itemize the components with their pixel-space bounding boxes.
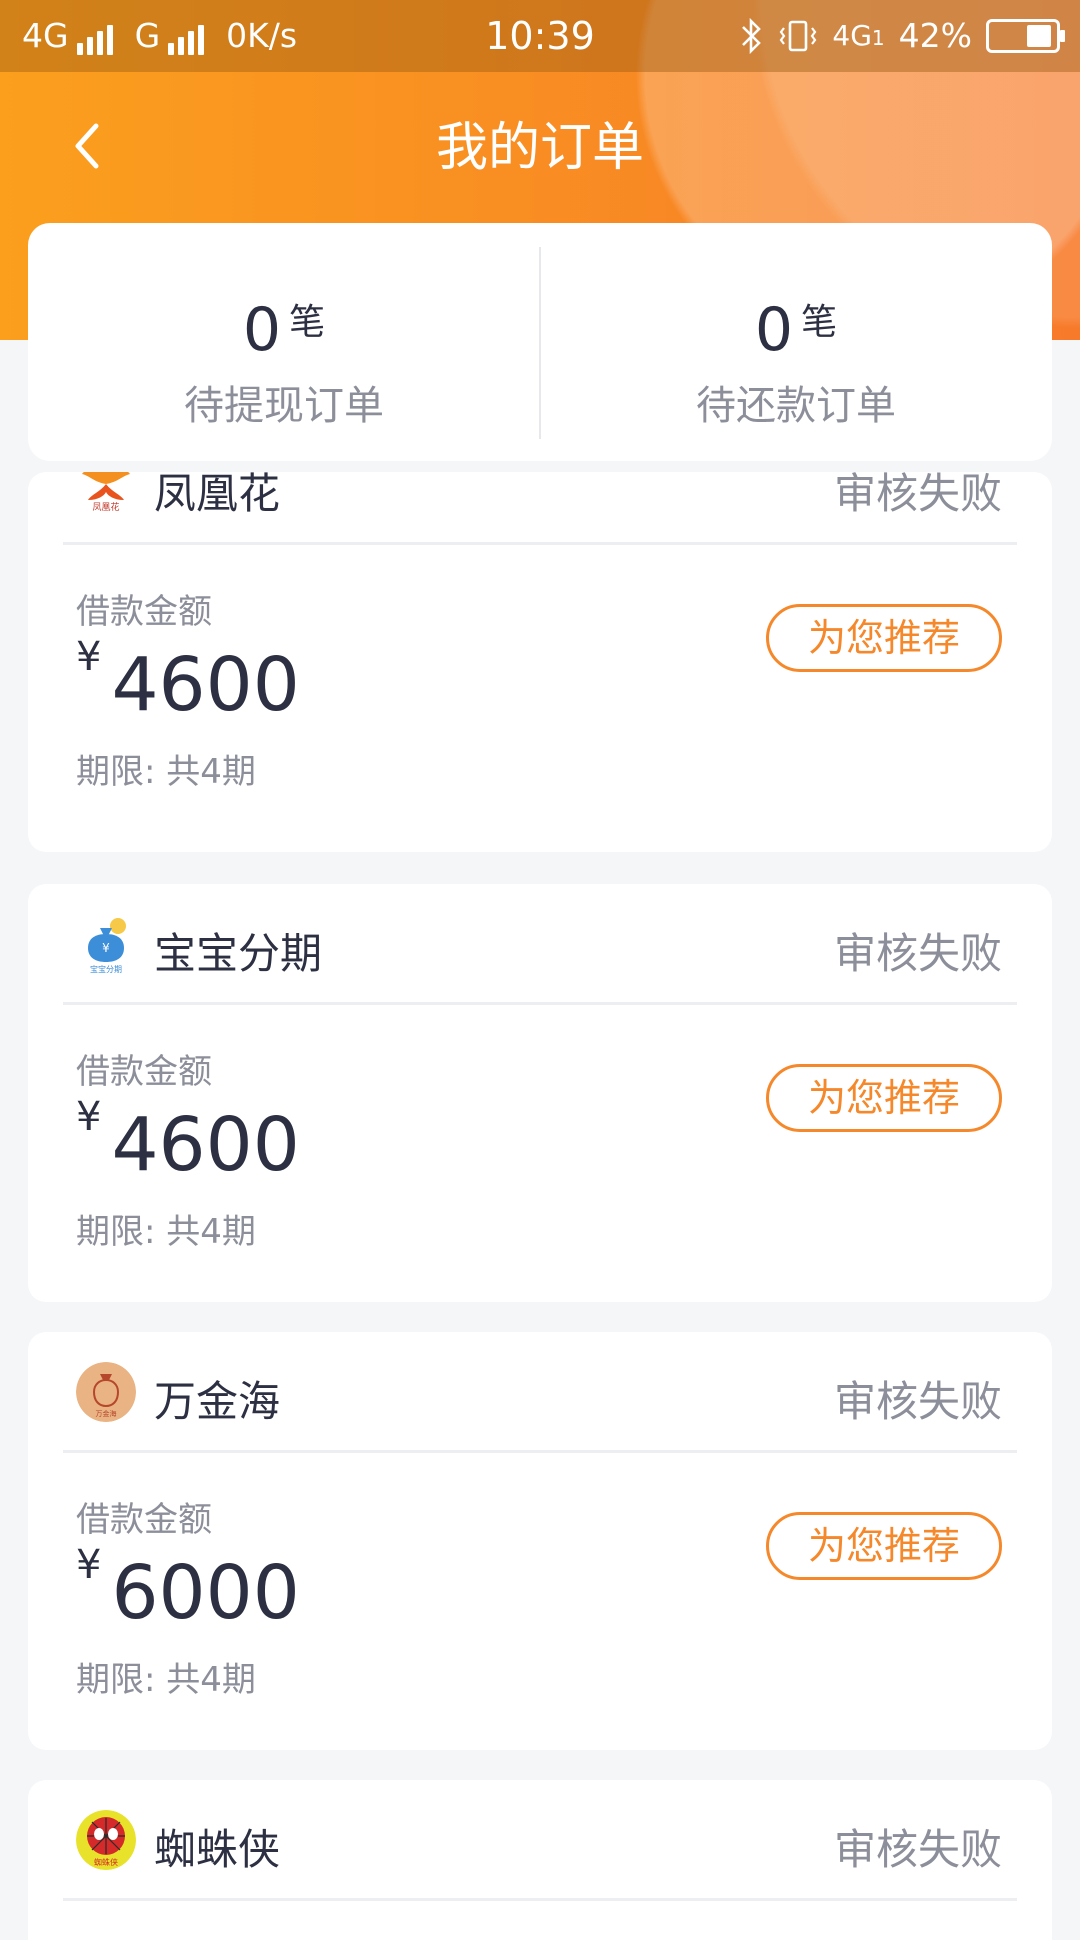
bluetooth-icon: [742, 17, 762, 54]
pending-repay-label: 待还款订单: [696, 383, 896, 429]
order-status: 审核失败: [833, 1825, 1002, 1874]
pending-repay-count: 0笔: [754, 295, 838, 365]
pending-withdraw-count: 0笔: [242, 295, 326, 365]
divider: [63, 542, 1017, 545]
order-card-header: 蜘蛛侠 蜘蛛侠 审核失败: [28, 1780, 1052, 1901]
loan-term: 期限: 共4期: [76, 752, 256, 792]
loan-amount: ¥4600: [76, 1094, 300, 1188]
recommend-button[interactable]: 为您推荐: [766, 1064, 1002, 1132]
battery-icon: [986, 18, 1065, 53]
merchant-name: 宝宝分期: [154, 929, 323, 978]
logo-text: 蜘蛛侠: [94, 1857, 118, 1867]
svg-text:¥: ¥: [102, 941, 110, 955]
loan-term: 期限: 共4期: [76, 1660, 256, 1700]
order-summary-card: 0笔 待提现订单 0笔 待还款订单: [28, 223, 1052, 461]
order-card[interactable]: 万金海 万金海 审核失败 借款金额 ¥6000 期限: 共4期 为您推荐: [28, 1332, 1052, 1750]
logo-text: 万金海: [96, 1409, 117, 1418]
phoenix-logo-icon: 凤凰花: [82, 472, 130, 513]
order-status: 审核失败: [833, 1377, 1002, 1426]
loan-term: 期限: 共4期: [76, 1212, 256, 1252]
network-type-label: 4G1: [832, 19, 885, 52]
order-card[interactable]: 凤凰花 凤凰花 审核失败 借款金额 ¥4600 期限: 共4期 为您推荐: [28, 472, 1052, 852]
page-title: 我的订单: [435, 118, 644, 178]
status-right: 4G1 42%: [740, 16, 1065, 55]
battery-percent: 42%: [898, 16, 972, 55]
order-card[interactable]: ¥ 宝宝分期 宝宝分期 审核失败 借款金额 ¥4600 期限: 共4期 为您推荐: [28, 884, 1052, 1302]
status-bar: 4G G 0K/s 10:39 4G1 42%: [0, 0, 1080, 72]
pending-withdraw-summary[interactable]: 0笔 待提现订单: [28, 223, 540, 461]
logo-text: 凤凰花: [92, 501, 119, 513]
merchant-name: 凤凰花: [154, 472, 281, 518]
recommend-button[interactable]: 为您推荐: [766, 1512, 1002, 1580]
logo-text: 宝宝分期: [90, 964, 122, 974]
order-card-header: 凤凰花 凤凰花 审核失败: [28, 472, 1052, 545]
order-card[interactable]: 蜘蛛侠 蜘蛛侠 审核失败: [28, 1780, 1052, 1940]
loan-amount: ¥4600: [76, 634, 300, 728]
merchant-name: 万金海: [154, 1377, 281, 1426]
order-status: 审核失败: [833, 929, 1002, 978]
amount-label: 借款金额: [76, 592, 212, 632]
amount-label: 借款金额: [76, 1500, 212, 1540]
amount-label: 借款金额: [76, 1052, 212, 1092]
merchant-name: 蜘蛛侠: [154, 1825, 281, 1874]
recommend-button[interactable]: 为您推荐: [766, 604, 1002, 672]
divider: [63, 1898, 1017, 1901]
order-card-header: ¥ 宝宝分期 宝宝分期 审核失败: [28, 884, 1052, 1005]
money-bag-logo-icon: 万金海: [76, 1362, 136, 1422]
divider: [63, 1002, 1017, 1005]
divider: [63, 1450, 1017, 1453]
pending-withdraw-label: 待提现订单: [184, 383, 384, 429]
order-status: 审核失败: [833, 472, 1002, 518]
vibrate-icon: [780, 20, 817, 51]
spider-logo-icon: 蜘蛛侠: [76, 1810, 136, 1870]
order-card-header: 万金海 万金海 审核失败: [28, 1332, 1052, 1453]
pending-repay-summary[interactable]: 0笔 待还款订单: [540, 223, 1052, 461]
money-bag-logo-icon: ¥ 宝宝分期: [88, 918, 126, 974]
loan-amount: ¥6000: [76, 1542, 300, 1636]
